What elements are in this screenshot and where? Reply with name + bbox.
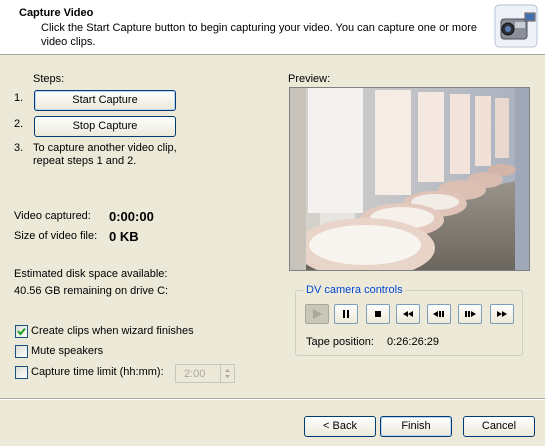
- video-captured-label: Video captured:: [14, 210, 91, 222]
- footer-divider: [0, 398, 545, 400]
- create-clips-label[interactable]: Create clips when wizard finishes: [31, 325, 194, 337]
- step3-text-line1: To capture another video clip,: [33, 142, 177, 154]
- video-preview: [289, 87, 530, 271]
- video-captured-value: 0:00:00: [109, 209, 154, 224]
- fast-forward-button[interactable]: [490, 304, 514, 324]
- time-limit-value: 2:00: [184, 368, 206, 380]
- page-description: Click the Start Capture button to begin …: [41, 22, 477, 48]
- camcorder-icon: [494, 4, 538, 48]
- step-forward-icon: [465, 311, 476, 317]
- disk-space-value: 40.56 GB remaining on drive C:: [14, 285, 169, 297]
- stop-capture-button[interactable]: Stop Capture: [34, 116, 176, 137]
- tape-position-label: Tape position:: [306, 336, 374, 348]
- fast-forward-icon: [497, 311, 507, 317]
- start-capture-button[interactable]: Start Capture: [34, 90, 176, 111]
- stop-button[interactable]: [366, 304, 390, 324]
- step-back-button[interactable]: [427, 304, 451, 324]
- preview-label: Preview:: [288, 73, 331, 85]
- step-forward-button[interactable]: [458, 304, 482, 324]
- rewind-icon: [403, 311, 413, 317]
- step-number: 2.: [14, 118, 24, 130]
- video-size-value: 0 KB: [109, 229, 139, 244]
- spinner-arrows-icon: [225, 369, 230, 378]
- page-title: Capture Video: [19, 7, 94, 19]
- back-button[interactable]: < Back: [304, 416, 376, 437]
- step-back-icon: [433, 311, 444, 317]
- preview-frame-image: [290, 88, 529, 270]
- time-limit-spinner[interactable]: 2:00: [175, 364, 235, 383]
- cancel-button[interactable]: Cancel: [463, 416, 535, 437]
- stop-icon: [375, 311, 381, 317]
- pause-button[interactable]: [334, 304, 358, 324]
- dv-controls-title: DV camera controls: [304, 284, 405, 296]
- play-button[interactable]: [305, 304, 329, 324]
- step3-text-line2: repeat steps 1 and 2.: [33, 155, 137, 167]
- disk-space-label: Estimated disk space available:: [14, 268, 168, 280]
- pause-icon: [343, 310, 349, 318]
- wizard-header: Capture Video Click the Start Capture bu…: [0, 0, 545, 55]
- mute-speakers-label[interactable]: Mute speakers: [31, 345, 103, 357]
- steps-label: Steps:: [33, 73, 65, 85]
- mute-speakers-checkbox[interactable]: [15, 345, 28, 358]
- time-limit-checkbox[interactable]: [15, 366, 28, 379]
- video-size-label: Size of video file:: [14, 230, 98, 242]
- step-number: 3.: [14, 142, 24, 154]
- play-icon: [313, 309, 322, 319]
- step-number: 1.: [14, 92, 24, 104]
- time-limit-label[interactable]: Capture time limit (hh:mm):: [31, 366, 164, 378]
- rewind-button[interactable]: [396, 304, 420, 324]
- checkmark-icon: [17, 327, 26, 336]
- finish-button[interactable]: Finish: [380, 416, 452, 437]
- tape-position-value: 0:26:26:29: [387, 336, 439, 348]
- spinner-buttons[interactable]: [220, 365, 234, 382]
- create-clips-checkbox[interactable]: [15, 325, 28, 338]
